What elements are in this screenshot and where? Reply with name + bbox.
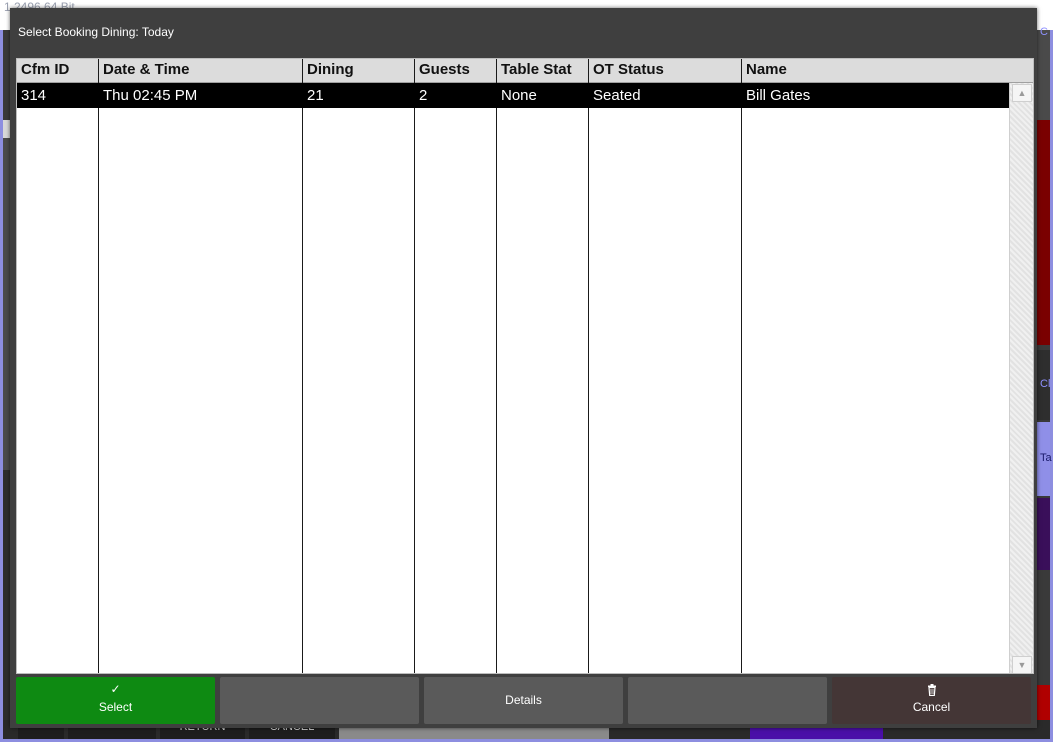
column-divider — [496, 59, 497, 673]
column-header-table-stat[interactable]: Table Stat — [497, 59, 589, 83]
check-icon: ✓ — [110, 682, 121, 696]
booking-table: Cfm ID Date & Time Dining Guests Table S… — [16, 58, 1034, 674]
cell-ot-status: Seated — [593, 87, 641, 104]
scroll-up-arrow-icon[interactable]: ▲ — [1012, 84, 1032, 102]
trash-icon — [832, 680, 1031, 698]
background-red-tile[interactable] — [1036, 120, 1050, 345]
cell-guests: 2 — [419, 87, 428, 104]
column-header-guests[interactable]: Guests — [415, 59, 497, 83]
cancel-button-label: Cancel — [912, 700, 951, 714]
details-button-label: Details — [505, 693, 542, 707]
column-header-name[interactable]: Name — [742, 59, 1022, 83]
background-right-label-3: Ta — [1040, 452, 1052, 464]
cell-table-stat: None — [501, 87, 537, 104]
cell-cfm-id: 314 — [21, 87, 47, 104]
background-right-tile — [1036, 30, 1050, 120]
column-divider — [414, 59, 415, 673]
select-booking-dialog: Select Booking Dining: Today Cfm ID Date… — [10, 8, 1037, 728]
cell-date-time: Thu 02:45 PM — [103, 87, 198, 104]
background-right-label-1: C — [1040, 26, 1048, 38]
select-button[interactable]: ✓ Select — [16, 677, 215, 724]
column-header-ot-status[interactable]: OT Status — [589, 59, 742, 83]
vertical-scrollbar[interactable]: ▲ ▼ — [1009, 83, 1033, 673]
column-divider — [98, 59, 99, 673]
cell-name: Bill Gates — [746, 87, 811, 104]
blank-button-1[interactable] — [220, 677, 419, 724]
table-row-selected[interactable]: 314 Thu 02:45 PM 21 2 None Seated Bill G… — [17, 83, 1009, 108]
cell-dining: 21 — [307, 87, 324, 104]
column-header-dining[interactable]: Dining — [303, 59, 415, 83]
blank-button-2[interactable] — [628, 677, 827, 724]
column-divider — [302, 59, 303, 673]
select-button-label: Select — [98, 700, 133, 714]
table-header: Cfm ID Date & Time Dining Guests Table S… — [17, 59, 1033, 83]
column-header-date-time[interactable]: Date & Time — [99, 59, 303, 83]
cancel-button[interactable]: Cancel — [832, 677, 1031, 724]
details-button[interactable]: Details — [424, 677, 623, 724]
dialog-title: Select Booking Dining: Today — [18, 25, 174, 39]
background-right-label-2: Cl — [1040, 378, 1051, 390]
scroll-down-arrow-icon[interactable]: ▼ — [1012, 656, 1032, 673]
background-purple-tile[interactable] — [1036, 498, 1050, 570]
column-header-cfm-id[interactable]: Cfm ID — [17, 59, 99, 83]
column-divider — [588, 59, 589, 673]
column-divider — [741, 59, 742, 673]
